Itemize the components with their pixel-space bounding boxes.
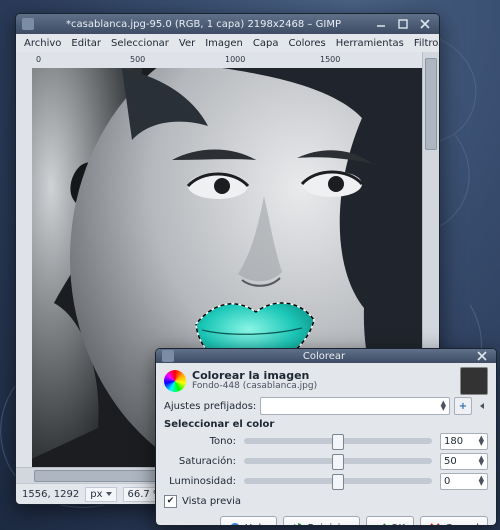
lightness-slider[interactable]	[244, 478, 432, 484]
preview-checkbox[interactable]: ✔	[164, 495, 177, 508]
app-icon	[162, 350, 174, 362]
units-selector[interactable]: px	[85, 487, 116, 502]
add-preset-button[interactable]: +	[454, 397, 472, 415]
layer-thumbnail	[460, 367, 488, 395]
dialog-header: Colorear la imagen Fondo-448 (casablanca…	[164, 367, 488, 395]
menu-herramientas[interactable]: Herramientas	[331, 36, 409, 51]
preview-label: Vista previa	[182, 496, 241, 507]
ok-button[interactable]: OK	[366, 516, 414, 526]
lightness-value[interactable]: 0▲▼	[440, 473, 488, 490]
saturation-label: Saturación:	[164, 456, 236, 467]
presets-label: Ajustes prefijados:	[164, 401, 256, 412]
maximize-button[interactable]	[395, 17, 411, 31]
menu-seleccionar[interactable]: Seleccionar	[106, 36, 174, 51]
chevron-left-icon	[480, 403, 484, 409]
hue-label: Tono:	[164, 436, 236, 447]
dialog-subheading: Fondo-448 (casablanca.jpg)	[192, 382, 454, 392]
window-title: *casablanca.jpg-95.0 (RGB, 1 capa) 2198x…	[40, 19, 367, 30]
ruler-horizontal[interactable]: 0 500 1000 1500	[32, 52, 422, 69]
cancel-button[interactable]: Cancel	[420, 516, 488, 526]
menu-capa[interactable]: Capa	[248, 36, 284, 51]
close-button[interactable]	[474, 349, 490, 363]
saturation-slider[interactable]	[244, 458, 432, 464]
section-label: Seleccionar el color	[164, 419, 488, 430]
check-icon	[375, 522, 387, 526]
minimize-button[interactable]	[373, 17, 389, 31]
menu-imagen[interactable]: Imagen	[200, 36, 248, 51]
hue-slider[interactable]	[244, 438, 432, 444]
plus-icon: +	[459, 401, 467, 412]
close-button[interactable]	[417, 17, 433, 31]
chevron-down-icon	[106, 492, 112, 496]
dialog-titlebar[interactable]: Colorear	[156, 349, 496, 363]
menu-ver[interactable]: Ver	[174, 36, 200, 51]
reset-icon	[292, 522, 304, 526]
colorize-dialog: Colorear Colorear la imagen Fondo-448 (c…	[155, 348, 497, 526]
saturation-value[interactable]: 50▲▼	[440, 453, 488, 470]
menu-colores[interactable]: Colores	[283, 36, 330, 51]
menu-filtros[interactable]: Filtros	[409, 36, 440, 51]
menubar: Archivo Editar Seleccionar Ver Imagen Ca…	[16, 34, 439, 53]
app-icon	[22, 18, 34, 30]
ruler-origin[interactable]	[16, 52, 33, 69]
dialog-title: Colorear	[180, 351, 468, 362]
menu-editar[interactable]: Editar	[66, 36, 106, 51]
menu-archivo[interactable]: Archivo	[19, 36, 66, 51]
lightness-label: Luminosidad:	[164, 476, 236, 487]
cancel-icon	[429, 522, 441, 526]
help-icon: ?	[229, 522, 241, 526]
status-coords: 1556, 1292	[22, 489, 79, 500]
ruler-vertical[interactable]	[16, 68, 33, 468]
colorize-icon	[164, 370, 186, 392]
svg-text:?: ?	[233, 524, 237, 526]
chevron-updown-icon: ▲▼	[441, 401, 446, 411]
help-button[interactable]: ? Help	[220, 516, 277, 526]
presets-combo[interactable]: ▲▼	[260, 397, 450, 415]
titlebar[interactable]: *casablanca.jpg-95.0 (RGB, 1 capa) 2198x…	[16, 14, 439, 34]
reset-button[interactable]: Reiniciar	[283, 516, 360, 526]
hue-value[interactable]: 180▲▼	[440, 433, 488, 450]
preset-menu-button[interactable]	[476, 398, 488, 414]
